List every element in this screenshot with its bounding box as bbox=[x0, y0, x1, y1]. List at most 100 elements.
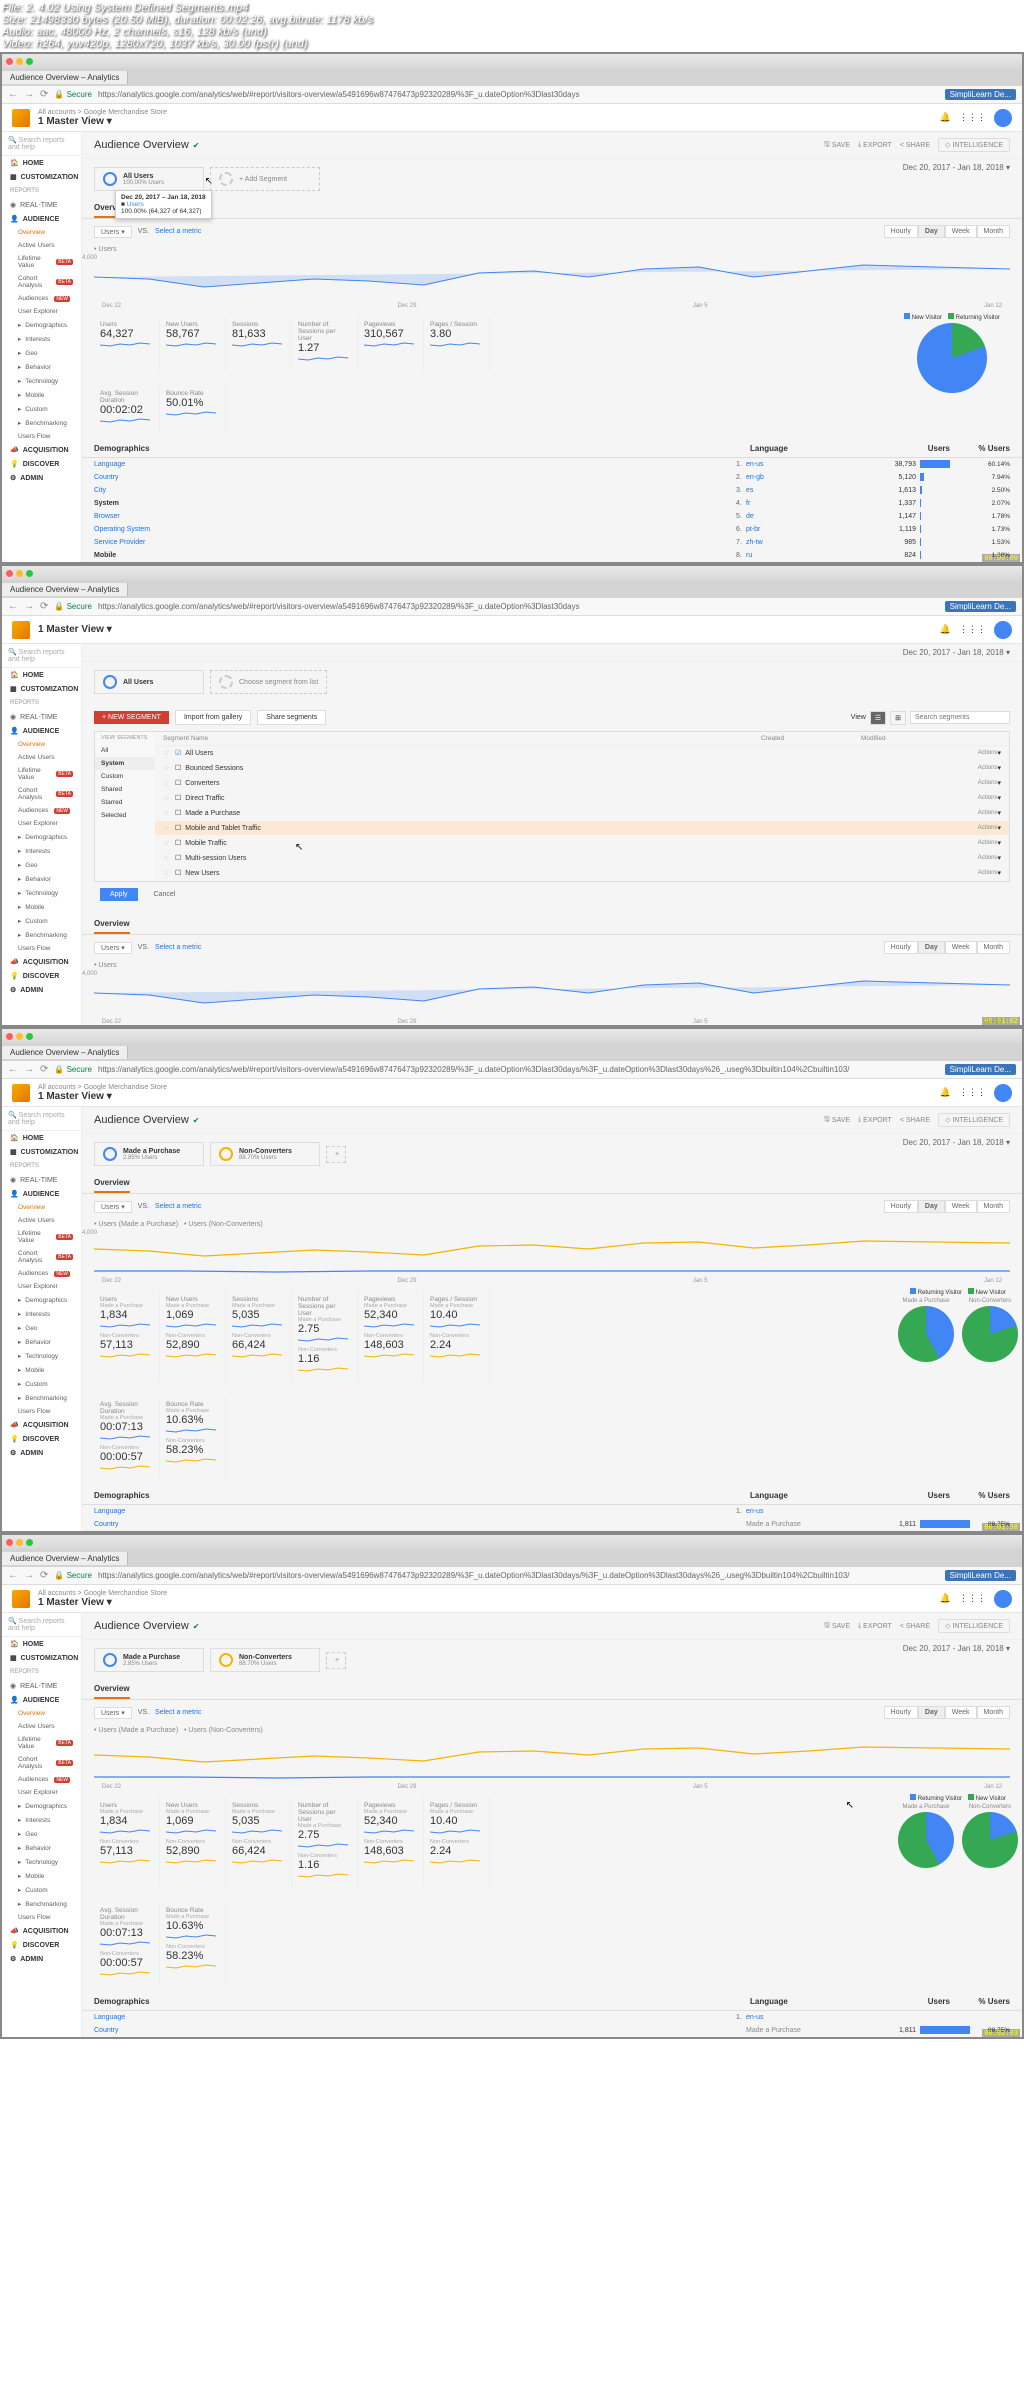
segment-all-users[interactable]: All Users bbox=[94, 670, 204, 694]
nav-discover[interactable]: 💡 DISCOVER bbox=[2, 457, 81, 471]
kpi-sessions-per-user[interactable]: Number of Sessions per User1.27 bbox=[292, 317, 358, 370]
cat-all[interactable]: All bbox=[95, 744, 155, 757]
nav-reload-icon[interactable]: ⟳ bbox=[40, 89, 48, 100]
comparison-pies[interactable]: Returning Visitor New Visitor Made a Pur… bbox=[894, 1284, 1022, 1487]
kpi-card[interactable]: Bounce RateMade a Purchase10.63%Non-Conv… bbox=[160, 1397, 226, 1479]
nav-acquisition[interactable]: 📣 ACQUISITION bbox=[2, 443, 81, 457]
nav-audiences[interactable]: AudiencesNEW bbox=[2, 292, 81, 305]
nav-behavior[interactable]: ▸ Behavior bbox=[2, 360, 81, 374]
cat-selected[interactable]: Selected bbox=[95, 809, 155, 822]
nav-ltv[interactable]: Lifetime ValueBETA bbox=[2, 252, 81, 272]
nav-geo[interactable]: ▸ Geo bbox=[2, 346, 81, 360]
cancel-button[interactable]: Cancel bbox=[144, 888, 186, 901]
kpi-card[interactable]: Avg. Session DurationMade a Purchase00:0… bbox=[94, 1903, 160, 1985]
kpi-card[interactable]: UsersMade a Purchase1,834Non-Converters5… bbox=[94, 1292, 160, 1381]
segment-row[interactable]: ☆☐New UsersActions ▾ bbox=[155, 866, 1009, 881]
date-range-picker[interactable]: Dec 20, 2017 - Jan 18, 2018 ▾ bbox=[891, 159, 1022, 176]
share-button[interactable]: < SHARE bbox=[900, 138, 930, 152]
segment-all-users[interactable]: All Users100.00% Users ↖ Dec 20, 2017 – … bbox=[94, 167, 204, 191]
export-button[interactable]: ⤓ EXPORT bbox=[858, 138, 892, 152]
kpi-card[interactable]: Number of Sessions per UserMade a Purcha… bbox=[292, 1798, 358, 1887]
nav-forward-icon[interactable]: → bbox=[24, 89, 34, 100]
nav-active-users[interactable]: Active Users bbox=[2, 239, 81, 252]
compare-metric-link[interactable]: Select a metric bbox=[155, 228, 201, 235]
comparison-line-chart[interactable]: 4,000 bbox=[82, 1230, 1022, 1278]
nav-audience[interactable]: 👤 AUDIENCE bbox=[2, 212, 81, 226]
analytics-logo-icon[interactable] bbox=[12, 109, 30, 127]
kpi-card[interactable]: Number of Sessions per UserMade a Purcha… bbox=[292, 1292, 358, 1381]
search-reports-input[interactable]: 🔍 Search reports and help bbox=[2, 644, 81, 668]
intelligence-button[interactable]: ◇ INTELLIGENCE bbox=[938, 138, 1010, 152]
dimension-isp[interactable]: Service Provider7.zh-tw9851.53% bbox=[82, 536, 1022, 549]
new-vs-returning-pie[interactable]: New Visitor Returning Visitor bbox=[882, 309, 1022, 440]
user-avatar[interactable] bbox=[994, 109, 1012, 127]
kpi-card[interactable]: UsersMade a Purchase1,834Non-Converters5… bbox=[94, 1798, 160, 1887]
comparison-line-chart[interactable] bbox=[82, 1736, 1022, 1784]
view-list-icon[interactable]: ☰ bbox=[870, 711, 886, 725]
kpi-card[interactable]: Avg. Session DurationMade a Purchase00:0… bbox=[94, 1397, 160, 1479]
nav-admin[interactable]: ⚙ ADMIN bbox=[2, 471, 81, 485]
date-range-picker[interactable]: Dec 20, 2017 - Jan 18, 2018 ▾ bbox=[82, 644, 1022, 662]
kpi-card[interactable]: PageviewsMade a Purchase52,340Non-Conver… bbox=[358, 1798, 424, 1887]
kpi-sessions[interactable]: Sessions81,633 bbox=[226, 317, 292, 370]
cat-shared[interactable]: Shared bbox=[95, 783, 155, 796]
users-line-chart[interactable]: 4,000 bbox=[82, 971, 1022, 1019]
segment-row[interactable]: ☆☐Bounced SessionsActions ▾ bbox=[155, 761, 1009, 776]
dimension-os[interactable]: Operating System6.pt-br1,1191.73% bbox=[82, 523, 1022, 536]
kpi-avg-session-duration[interactable]: Avg. Session Duration00:02:02 bbox=[94, 386, 160, 432]
view-grid-icon[interactable]: ⊞ bbox=[890, 711, 906, 725]
view-selector[interactable]: 1 Master View ▾ bbox=[38, 116, 167, 127]
nav-demographics[interactable]: ▸ Demographics bbox=[2, 318, 81, 332]
segment-row-hover[interactable]: ☆☐Mobile and Tablet TrafficActions ▾ bbox=[155, 821, 1009, 836]
kpi-pageviews[interactable]: Pageviews310,567 bbox=[358, 317, 424, 370]
metric-selector[interactable]: Users ▾ bbox=[94, 226, 132, 238]
nav-users-flow[interactable]: Users Flow bbox=[2, 430, 81, 443]
nav-home[interactable]: 🏠 HOME bbox=[2, 156, 81, 170]
segment-row[interactable]: ☆☐ConvertersActions ▾ bbox=[155, 776, 1009, 791]
kpi-card[interactable]: Pages / SessionMade a Purchase10.40Non-C… bbox=[424, 1292, 490, 1381]
nav-technology[interactable]: ▸ Technology bbox=[2, 374, 81, 388]
kpi-bounce-rate[interactable]: Bounce Rate50.01% bbox=[160, 386, 226, 432]
import-gallery-button[interactable]: Import from gallery bbox=[175, 710, 251, 725]
save-button[interactable]: 🖫 SAVE bbox=[824, 138, 850, 152]
cat-system[interactable]: System bbox=[95, 757, 155, 770]
kpi-card[interactable]: SessionsMade a Purchase5,035Non-Converte… bbox=[226, 1292, 292, 1381]
kpi-card[interactable]: Pages / SessionMade a Purchase10.40Non-C… bbox=[424, 1798, 490, 1887]
nav-overview[interactable]: Overview bbox=[2, 226, 81, 239]
segment-row[interactable]: ☆☐Multi-session UsersActions ▾ bbox=[155, 851, 1009, 866]
search-segments-input[interactable] bbox=[910, 711, 1010, 724]
dimension-country[interactable]: Country2.en-gb5,1207.94% bbox=[82, 471, 1022, 484]
nav-benchmarking[interactable]: ▸ Benchmarking bbox=[2, 416, 81, 430]
kpi-card[interactable]: PageviewsMade a Purchase52,340Non-Conver… bbox=[358, 1292, 424, 1381]
kpi-card[interactable]: New UsersMade a Purchase1,069Non-Convert… bbox=[160, 1292, 226, 1381]
kpi-new-users[interactable]: New Users58,767 bbox=[160, 317, 226, 370]
url-text[interactable]: https://analytics.google.com/analytics/w… bbox=[98, 90, 939, 99]
btn-week[interactable]: Week bbox=[945, 225, 977, 238]
add-segment-button[interactable]: + bbox=[326, 1146, 346, 1163]
add-segment-button[interactable]: + Add Segment bbox=[210, 167, 320, 191]
btn-day[interactable]: Day bbox=[918, 225, 945, 238]
apps-icon[interactable]: ⋮⋮⋮ bbox=[959, 112, 986, 123]
nav-cohort[interactable]: Cohort AnalysisBETA bbox=[2, 272, 81, 292]
new-segment-button[interactable]: + NEW SEGMENT bbox=[94, 711, 169, 724]
segment-non-converters[interactable]: Non-Converters88.70% Users bbox=[210, 1142, 320, 1166]
segment-row[interactable]: ☆☐Made a PurchaseActions ▾ bbox=[155, 806, 1009, 821]
search-reports-input[interactable]: 🔍 Search reports and help bbox=[2, 132, 81, 156]
kpi-card[interactable]: Bounce RateMade a Purchase10.63%Non-Conv… bbox=[160, 1903, 226, 1985]
cat-starred[interactable]: Starred bbox=[95, 796, 155, 809]
nav-customization[interactable]: ▦ CUSTOMIZATION bbox=[2, 170, 81, 184]
notifications-icon[interactable]: 🔔 bbox=[940, 112, 951, 123]
nav-interests[interactable]: ▸ Interests bbox=[2, 332, 81, 346]
apply-button[interactable]: Apply bbox=[100, 888, 138, 901]
extension-label[interactable]: SimpliLearn De... bbox=[945, 89, 1016, 100]
kpi-pages-per-session[interactable]: Pages / Session3.80 bbox=[424, 317, 490, 370]
segment-row[interactable]: ☆☐Mobile TrafficActions ▾ bbox=[155, 836, 1009, 851]
share-segments-button[interactable]: Share segments bbox=[257, 710, 326, 725]
dimension-language[interactable]: Language1.en-us38,79360.14% bbox=[82, 458, 1022, 471]
btn-hourly[interactable]: Hourly bbox=[884, 225, 918, 238]
segment-row-all-users[interactable]: ☆☑All UsersActions ▾ bbox=[155, 746, 1009, 761]
nav-back-icon[interactable]: ← bbox=[8, 89, 18, 100]
account-breadcrumb[interactable]: All accounts > Google Merchandise Store bbox=[38, 109, 167, 116]
nav-custom[interactable]: ▸ Custom bbox=[2, 402, 81, 416]
kpi-users[interactable]: Users64,327 bbox=[94, 317, 160, 370]
